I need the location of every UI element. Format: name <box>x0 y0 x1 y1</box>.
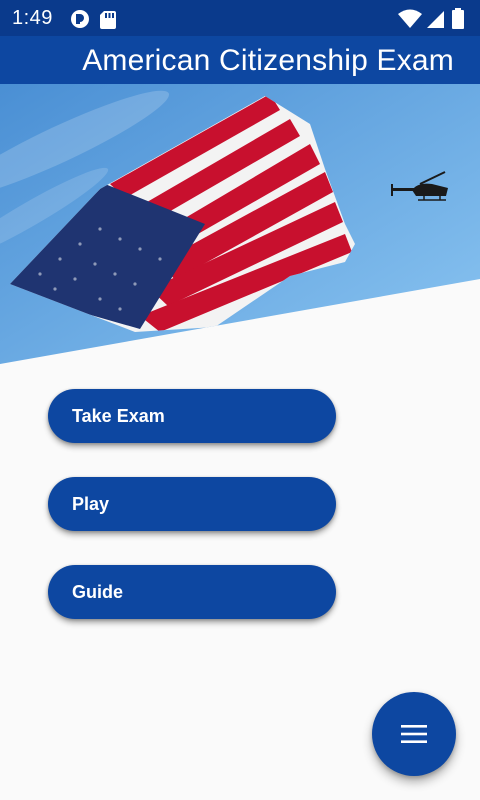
wifi-icon <box>398 9 422 28</box>
play-button[interactable]: Play <box>48 477 336 531</box>
battery-icon <box>452 8 464 29</box>
app-title: American Citizenship Exam <box>82 44 454 77</box>
status-icons-right <box>398 8 468 35</box>
hero-image <box>0 84 480 374</box>
guide-label: Guide <box>72 581 124 602</box>
play-label: Play <box>72 493 110 514</box>
menu-icon <box>401 725 427 743</box>
sd-card-icon <box>100 11 116 29</box>
take-exam-label: Take Exam <box>72 405 165 426</box>
guide-button[interactable]: Guide <box>48 565 336 619</box>
status-time: 1:49 <box>12 7 53 29</box>
take-exam-button[interactable]: Take Exam <box>48 389 336 443</box>
cell-signal-icon <box>427 11 444 28</box>
status-bar: 1:49 <box>0 0 480 36</box>
app-bar: American Citizenship Exam <box>0 36 480 84</box>
status-icons-left <box>70 8 130 35</box>
menu-fab-button[interactable] <box>372 692 456 776</box>
notification-app-icon <box>71 10 89 28</box>
